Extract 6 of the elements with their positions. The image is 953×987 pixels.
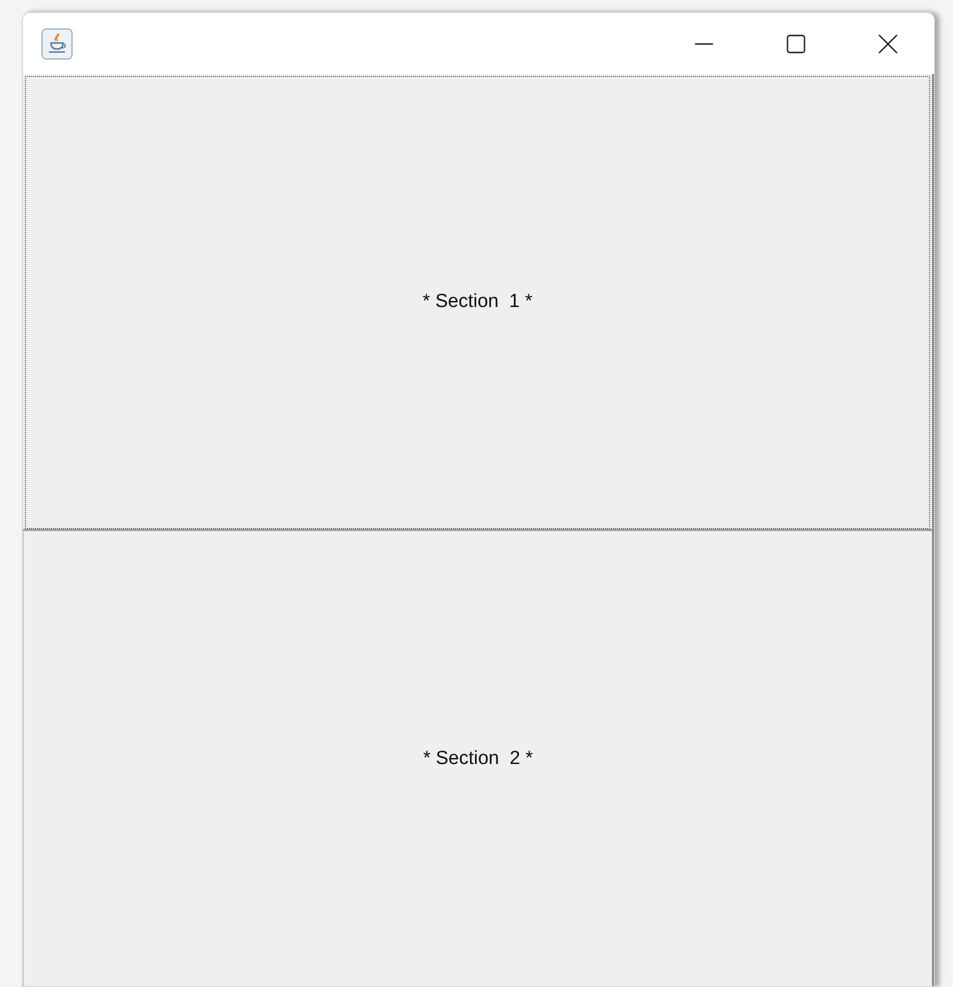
maximize-icon (786, 34, 806, 54)
section-button[interactable]: * Section 1 * (23, 74, 932, 531)
minimize-icon (694, 42, 714, 44)
section-button[interactable]: * Section 2 * (23, 531, 932, 986)
coffee-cup-icon (41, 28, 73, 60)
close-icon (877, 32, 899, 54)
